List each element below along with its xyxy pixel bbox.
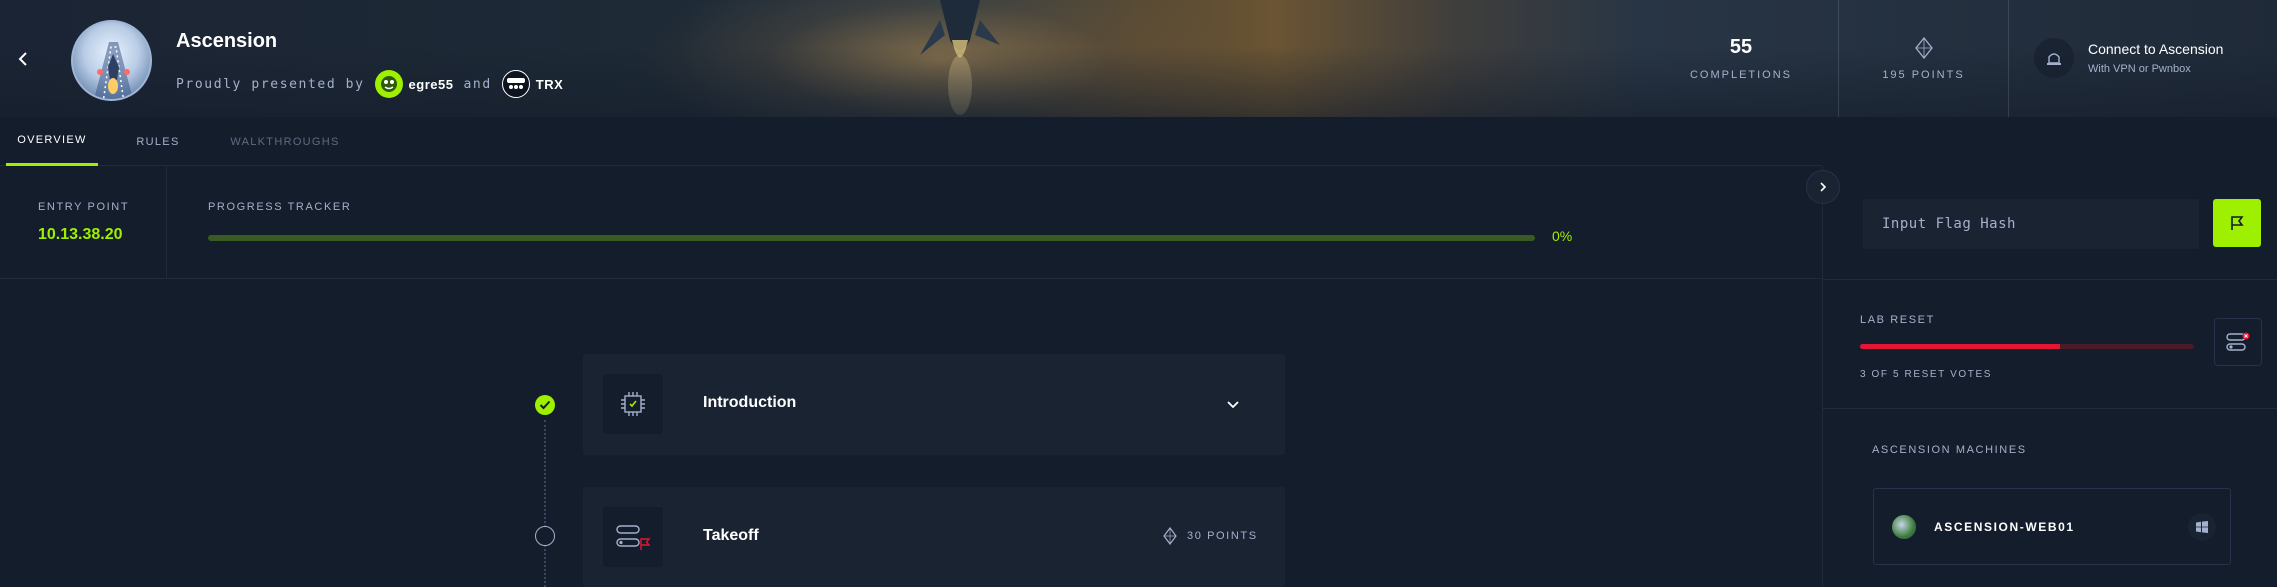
vpn-icon	[2034, 38, 2074, 78]
egre55-avatar-icon	[374, 70, 403, 98]
step-open-circle-icon	[535, 526, 555, 546]
points-stat: 195 POINTS	[1838, 0, 2009, 117]
progress-tracker-percent: 0%	[1552, 228, 1573, 244]
tab-overview[interactable]: OVERVIEW	[6, 117, 98, 166]
step-card-takeoff[interactable]: Takeoff 30 POINTS	[583, 487, 1285, 587]
reset-toggle-icon	[2226, 332, 2250, 351]
completions-stat: 55 COMPLETIONS	[1683, 0, 1799, 117]
author-trx[interactable]: TRX	[501, 70, 564, 98]
flag-hash-input[interactable]	[1863, 199, 2199, 249]
tab-bar: OVERVIEW RULES WALKTHROUGHS	[0, 117, 1822, 166]
tab-rules[interactable]: RULES	[125, 117, 191, 166]
back-button[interactable]	[12, 46, 34, 72]
collapse-panel-button[interactable]	[1806, 170, 1840, 204]
points-label: 195 POINTS	[1882, 68, 1965, 81]
reset-votes-text: 3 OF 5 RESET VOTES	[1860, 369, 1992, 380]
machine-item[interactable]: ASCENSION-WEB01	[1873, 488, 2231, 565]
presented-by: Proudly presented by egre55 and TRX	[176, 70, 563, 98]
author-name: TRX	[535, 76, 564, 92]
ascension-logo	[71, 20, 152, 101]
progress-tracker-bar	[208, 235, 1535, 241]
flag-toggle-icon	[603, 507, 663, 567]
machine-avatar	[1892, 514, 1916, 539]
chevron-down-icon[interactable]	[1223, 394, 1243, 414]
chevron-right-icon	[1820, 182, 1827, 192]
lab-reset-bar-fill	[1860, 344, 2061, 349]
connect-subtitle: With VPN or Pwnbox	[2088, 63, 2191, 75]
points-diamond-icon	[1914, 36, 1933, 59]
and-text: and	[463, 76, 492, 92]
author-egre55[interactable]: egre55	[374, 70, 454, 98]
tab-walkthroughs[interactable]: WALKTHROUGHS	[225, 117, 345, 166]
windows-icon	[2188, 513, 2216, 541]
connect-button[interactable]: Connect to Ascension With VPN or Pwnbox	[2034, 38, 2223, 78]
chip-icon	[603, 374, 663, 434]
entry-point: ENTRY POINT 10.13.38.20	[0, 166, 167, 279]
machines-label: ASCENSION MACHINES	[1872, 444, 2027, 456]
step-card-introduction[interactable]: Introduction	[583, 354, 1285, 455]
lab-reset-label: LAB RESET	[1860, 314, 1935, 326]
presented-by-text: Proudly presented by	[176, 76, 365, 92]
lab-reset-button[interactable]	[2214, 318, 2262, 366]
lab-reset-bar	[1860, 344, 2194, 349]
divider	[1823, 408, 2277, 409]
step-completed-check-icon	[535, 395, 555, 415]
submit-flag-button[interactable]	[2213, 199, 2261, 247]
points-diamond-icon	[1163, 527, 1177, 545]
header-banner: Ascension Proudly presented by egre55 an…	[0, 0, 2277, 117]
right-panel: LAB RESET 3 OF 5 RESET VOTES ASCENSION M…	[1822, 166, 2277, 587]
entry-point-ip[interactable]: 10.13.38.20	[38, 226, 123, 244]
chevron-left-icon	[18, 52, 27, 66]
step-points: 30 POINTS	[1163, 527, 1258, 545]
trx-avatar-icon	[501, 70, 530, 98]
step-title: Takeoff	[703, 527, 759, 544]
completions-value: 55	[1729, 36, 1753, 58]
step-points-text: 30 POINTS	[1187, 530, 1258, 542]
author-name: egre55	[408, 76, 454, 92]
flag-icon	[2231, 216, 2244, 230]
divider	[1823, 279, 2277, 280]
completions-label: COMPLETIONS	[1689, 69, 1793, 81]
entry-progress-row: ENTRY POINT 10.13.38.20 PROGRESS TRACKER…	[0, 166, 1822, 279]
step-title: Introduction	[703, 394, 797, 411]
connect-title: Connect to Ascension	[2088, 41, 2224, 57]
progress-tracker-label: PROGRESS TRACKER	[208, 201, 352, 213]
machine-name: ASCENSION-WEB01	[1934, 519, 2075, 534]
page-title: Ascension	[176, 30, 278, 52]
entry-point-label: ENTRY POINT	[38, 201, 130, 213]
timeline-line	[544, 420, 546, 587]
